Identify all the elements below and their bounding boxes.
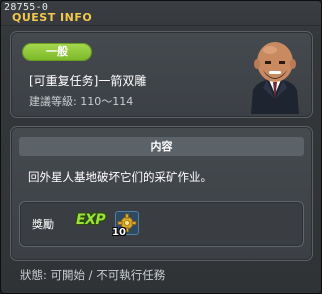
quest-status: 狀態: 可開始 / 不可執行任務 xyxy=(20,268,166,282)
exp-reward-icon: EXP xyxy=(76,212,106,228)
quest-name: [可重复任务]一箭双雕 xyxy=(29,74,147,88)
window-title: QUEST INFO xyxy=(12,11,93,24)
quest-level-range: 建議等級: 110〜114 xyxy=(29,95,134,108)
reward-box: 獎勵 EXP 10 xyxy=(19,201,304,247)
quest-description: 回外星人基地破坏它们的采矿作业。 xyxy=(28,170,212,184)
quest-category-badge: 一般 xyxy=(23,44,91,60)
quest-detail-panel: 内容 回外星人基地破坏它们的采矿作业。 獎勵 EXP 10 xyxy=(10,126,313,261)
title-divider xyxy=(1,25,321,26)
quest-summary-panel: 一般 [可重复任务]一箭双雕 建議等級: 110〜114 xyxy=(10,31,313,118)
npc-portrait-icon xyxy=(251,42,299,114)
quest-info-window: 28755-0 QUEST INFO 一般 [可重复任务]一箭双雕 建議等級: … xyxy=(0,0,322,294)
reward-item-count: 10 xyxy=(112,227,126,238)
content-section-header: 内容 xyxy=(19,137,304,156)
reward-label: 獎勵 xyxy=(32,218,54,231)
